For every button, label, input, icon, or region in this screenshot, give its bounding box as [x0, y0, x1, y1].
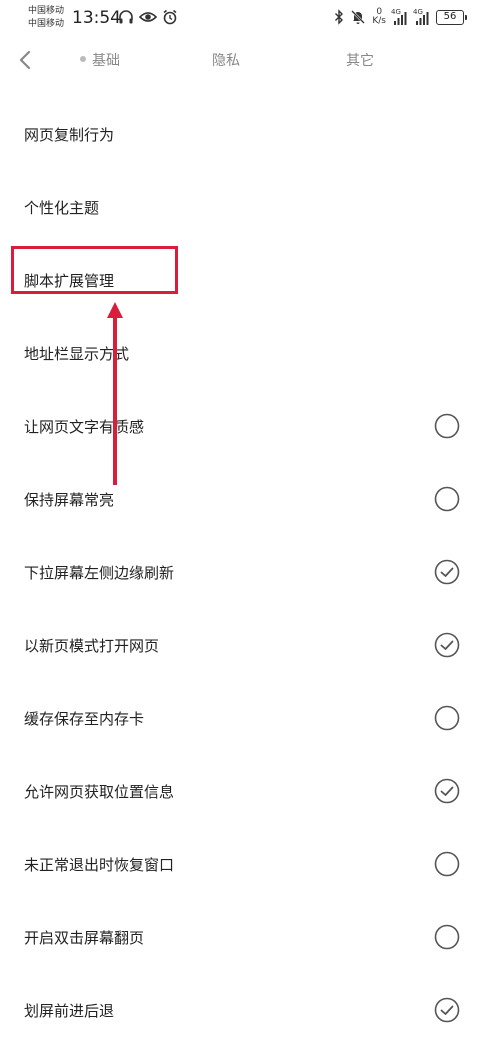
status-right-icons: 0 K/s 4G 4G 56 [334, 8, 467, 26]
setting-label: 开启双击屏幕翻页 [24, 929, 145, 947]
mute-bell-icon [351, 10, 366, 24]
carrier-2: 中国移动 [28, 19, 65, 29]
setting-keep-screen-on[interactable]: 保持屏幕常亮 [0, 463, 480, 536]
setting-web-copy-behavior[interactable]: 网页复制行为 [0, 98, 480, 171]
status-time: 13:54 [72, 8, 121, 28]
setting-open-in-new-page[interactable]: 以新页模式打开网页 [0, 609, 480, 682]
checked-circle-icon[interactable] [434, 997, 460, 1023]
setting-label: 以新页模式打开网页 [24, 637, 160, 655]
setting-text-texture[interactable]: 让网页文字有质感 [0, 390, 480, 463]
setting-label: 让网页文字有质感 [24, 418, 145, 436]
setting-swipe-navigation[interactable]: 划屏前进后退 [0, 974, 480, 1047]
checked-circle-icon[interactable] [434, 559, 460, 585]
tab-other-label: 其它 [346, 53, 374, 69]
setting-cache-to-sd-card[interactable]: 缓存保存至内存卡 [0, 682, 480, 755]
status-bar: 中国移动 中国移动 13:54 0 K/s 4G 4G 56 [0, 0, 480, 36]
settings-list: 网页复制行为 个性化主题 脚本扩展管理 地址栏显示方式 让网页文字有质感 保持屏… [0, 98, 480, 1047]
setting-allow-location[interactable]: 允许网页获取位置信息 [0, 755, 480, 828]
bluetooth-icon [335, 9, 344, 25]
tab-other[interactable]: 其它 [346, 50, 374, 70]
setting-double-tap-page-turn[interactable]: 开启双击屏幕翻页 [0, 901, 480, 974]
signal-strength-1: 4G [391, 8, 408, 26]
active-tab-dot [80, 56, 86, 62]
battery-indicator: 56 [436, 9, 467, 25]
network-speed: 0 K/s [372, 8, 386, 26]
checked-circle-icon[interactable] [434, 632, 460, 658]
signal-2-label: 4G [413, 8, 423, 16]
setting-restore-windows[interactable]: 未正常退出时恢复窗口 [0, 828, 480, 901]
alarm-icon [163, 9, 177, 25]
unchecked-circle-icon[interactable] [434, 486, 460, 512]
setting-label: 允许网页获取位置信息 [24, 783, 175, 801]
setting-label: 未正常退出时恢复窗口 [24, 856, 175, 874]
setting-label: 网页复制行为 [24, 126, 115, 144]
setting-label: 脚本扩展管理 [24, 272, 115, 290]
setting-personalized-theme[interactable]: 个性化主题 [0, 171, 480, 244]
eye-icon [139, 12, 157, 22]
chevron-left-icon[interactable] [14, 48, 38, 72]
signal-1-label: 4G [391, 8, 401, 16]
setting-script-extension-management[interactable]: 脚本扩展管理 [0, 244, 480, 317]
tab-basic-label: 基础 [92, 53, 120, 69]
unchecked-circle-icon[interactable] [434, 705, 460, 731]
checked-circle-icon[interactable] [434, 778, 460, 804]
signal-strength-2: 4G [413, 8, 430, 26]
setting-label: 下拉屏幕左侧边缘刷新 [24, 564, 175, 582]
tab-privacy-label: 隐私 [212, 53, 240, 69]
settings-header: 基础 隐私 其它 [0, 40, 480, 80]
tab-privacy[interactable]: 隐私 [212, 50, 240, 70]
setting-label: 地址栏显示方式 [24, 345, 130, 363]
unchecked-circle-icon[interactable] [434, 851, 460, 877]
setting-label: 个性化主题 [24, 199, 100, 217]
setting-label: 保持屏幕常亮 [24, 491, 115, 509]
unchecked-circle-icon[interactable] [434, 924, 460, 950]
setting-address-bar-display[interactable]: 地址栏显示方式 [0, 317, 480, 390]
carrier-1: 中国移动 [28, 6, 65, 16]
setting-label: 缓存保存至内存卡 [24, 710, 145, 728]
carrier-labels: 中国移动 中国移动 [28, 5, 64, 31]
headphones-icon [119, 10, 133, 24]
unchecked-circle-icon[interactable] [434, 413, 460, 439]
network-speed-unit: K/s [372, 16, 386, 26]
tab-basic[interactable]: 基础 [80, 50, 120, 70]
setting-pull-left-edge-refresh[interactable]: 下拉屏幕左侧边缘刷新 [0, 536, 480, 609]
setting-label: 划屏前进后退 [24, 1002, 115, 1020]
status-left-icons [118, 9, 178, 25]
